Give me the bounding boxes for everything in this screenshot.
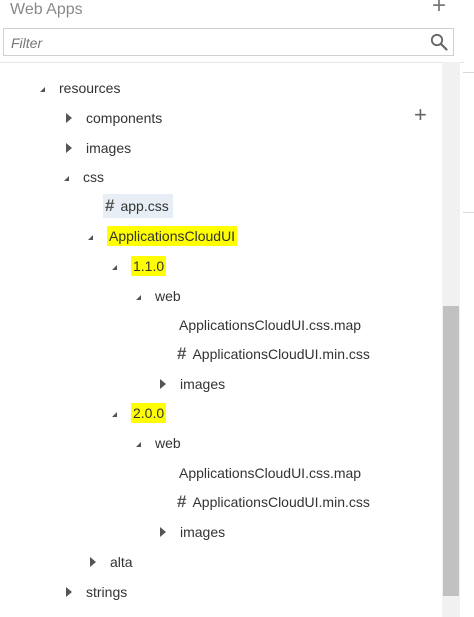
tree-node-alta[interactable]: alta [90,550,133,574]
collapsed-arrow-icon[interactable] [160,527,166,537]
tree-node-version-200[interactable]: 2.0.0 [112,401,167,425]
tree-node-label: 2.0.0 [131,403,167,423]
collapsed-arrow-icon[interactable] [66,587,72,597]
expanded-arrow-icon[interactable] [136,441,141,447]
filter-input[interactable] [11,33,411,53]
tree-node-images[interactable]: images [66,136,131,160]
tree-node-web[interactable]: web [136,284,181,308]
tree-node-label: css [83,169,104,185]
tree-node-min-css-file[interactable]: # ApplicationsCloudUI.min.css [177,342,370,366]
collapsed-arrow-icon[interactable] [66,143,72,153]
tree-node-label: web [155,435,181,451]
tree-node-label: ApplicationsCloudUI.css.map [179,317,362,333]
tree-node-label: strings [86,584,128,600]
tree-node-label: ApplicationsCloudUI.min.css [192,494,370,510]
tree-node-label: web [155,288,181,304]
tree-node-app-css[interactable]: # app.css [103,193,173,219]
tree-node-label: resources [59,80,121,96]
tree-node-label: 1.1.0 [131,256,167,276]
css-file-icon: # [177,492,187,511]
expanded-arrow-icon[interactable] [112,411,117,417]
expanded-arrow-icon[interactable] [64,175,69,181]
add-resource-button[interactable]: + [414,104,427,126]
selected-row[interactable]: # app.css [103,194,173,218]
tree-node-label: images [180,524,226,540]
collapsed-arrow-icon[interactable] [90,557,96,567]
tree-node-web[interactable]: web [136,431,181,455]
filter-box [3,28,454,56]
tree-node-label: ApplicationsCloudUI.min.css [192,346,370,362]
expanded-arrow-icon[interactable] [88,234,93,240]
tree-node-css-map-file[interactable]: ApplicationsCloudUI.css.map [179,313,361,337]
edge-divider [463,72,474,73]
tree-node-images[interactable]: images [160,520,225,544]
expanded-arrow-icon[interactable] [112,264,117,270]
css-file-icon: # [177,344,187,363]
tree-node-strings[interactable]: strings [66,580,127,604]
collapsed-arrow-icon[interactable] [66,113,72,123]
tree-node-label: app.css [120,198,169,214]
scrollbar-thumb[interactable] [443,306,459,596]
tree-node-applications-cloud-ui[interactable]: ApplicationsCloudUI [88,224,238,248]
tree-node-label: components [86,110,163,126]
tree-node-label: images [86,140,132,156]
tree-node-min-css-file[interactable]: # ApplicationsCloudUI.min.css [177,490,370,514]
tree-node-css[interactable]: css [64,165,104,189]
expanded-arrow-icon[interactable] [40,86,45,92]
header-divider [0,62,464,63]
tree-node-label: ApplicationsCloudUI [107,226,238,246]
expanded-arrow-icon[interactable] [136,294,141,300]
collapsed-arrow-icon[interactable] [160,379,166,389]
panel-title: Web Apps [10,1,83,18]
tree-node-label: ApplicationsCloudUI.css.map [179,465,362,481]
edge-divider [463,212,474,213]
tree-node-css-map-file[interactable]: ApplicationsCloudUI.css.map [179,461,361,485]
tree-node-version-110[interactable]: 1.1.0 [112,254,167,278]
tree-node-label: images [180,376,226,392]
tree-node-resources[interactable]: resources [40,76,120,100]
tree-node-images[interactable]: images [160,372,225,396]
css-file-icon: # [105,196,115,215]
tree-node-components[interactable]: components [66,106,162,130]
web-apps-panel: Web Apps + + resources components images… [0,0,474,617]
tree-node-label: alta [110,554,133,570]
search-icon[interactable] [430,33,448,51]
add-web-app-button[interactable]: + [432,0,446,18]
